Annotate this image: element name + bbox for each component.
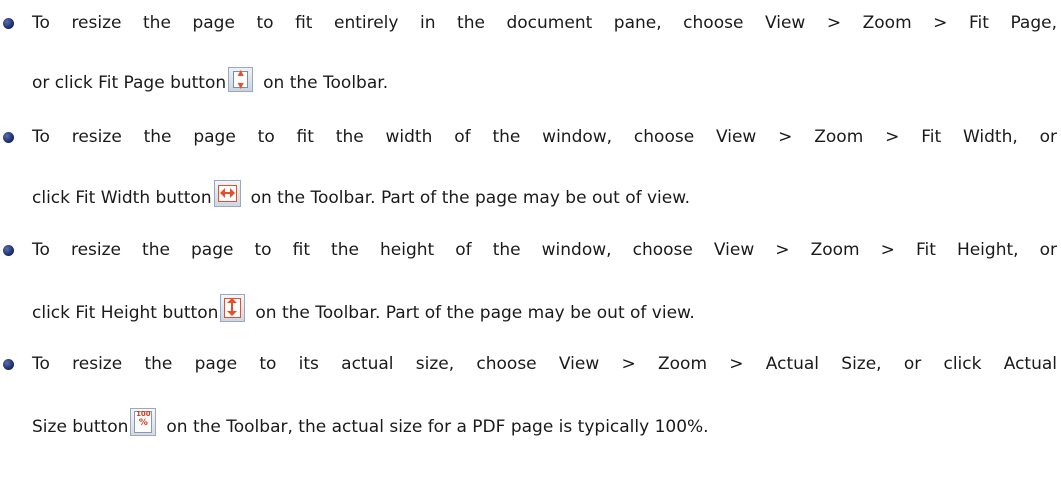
- item-line-1: To resize the page to fit entirely in th…: [32, 13, 1057, 33]
- item-line-1: To resize the page to fit the height of …: [32, 240, 1057, 260]
- bullet-icon: [3, 132, 14, 143]
- item-line-2: click Fit Height button on the Toolbar. P…: [32, 294, 695, 324]
- fit-height-icon: [220, 294, 246, 322]
- item-line-2: Size button 100% on the Toolbar, the actua…: [32, 408, 709, 438]
- item-line-2-start: click Fit Width button: [32, 188, 212, 208]
- document-page: To resize the page to fit entirely in th…: [0, 0, 1061, 479]
- item-line-2-start: Size button: [32, 417, 129, 437]
- bullet-icon: [3, 18, 14, 29]
- item-line-1: To resize the page to its actual size, c…: [32, 354, 1057, 374]
- bullet-icon: [3, 245, 14, 256]
- item-line-2-end: on the Toolbar. Part of the page may be …: [250, 188, 690, 208]
- item-line-2-end: on the Toolbar, the actual size for a PD…: [166, 417, 709, 437]
- item-line-2: or click Fit Page button ▲ ▼ on the Toolbar…: [32, 67, 388, 94]
- item-line-2: click Fit Width button on the Toolbar. Pa…: [32, 180, 690, 209]
- fit-width-icon: [213, 180, 241, 207]
- item-line-2-end: on the Toolbar. Part of the page may be …: [255, 303, 695, 323]
- item-line-2-start: click Fit Height button: [32, 303, 219, 323]
- bullet-icon: [3, 359, 14, 370]
- item-line-2-start: or click Fit Page button: [32, 73, 227, 93]
- actual-size-icon: 100%: [130, 408, 157, 436]
- item-line-2-end: on the Toolbar.: [263, 73, 389, 93]
- fit-page-icon: ▲ ▼: [228, 67, 254, 92]
- item-line-1: To resize the page to fit the width of t…: [32, 127, 1057, 147]
